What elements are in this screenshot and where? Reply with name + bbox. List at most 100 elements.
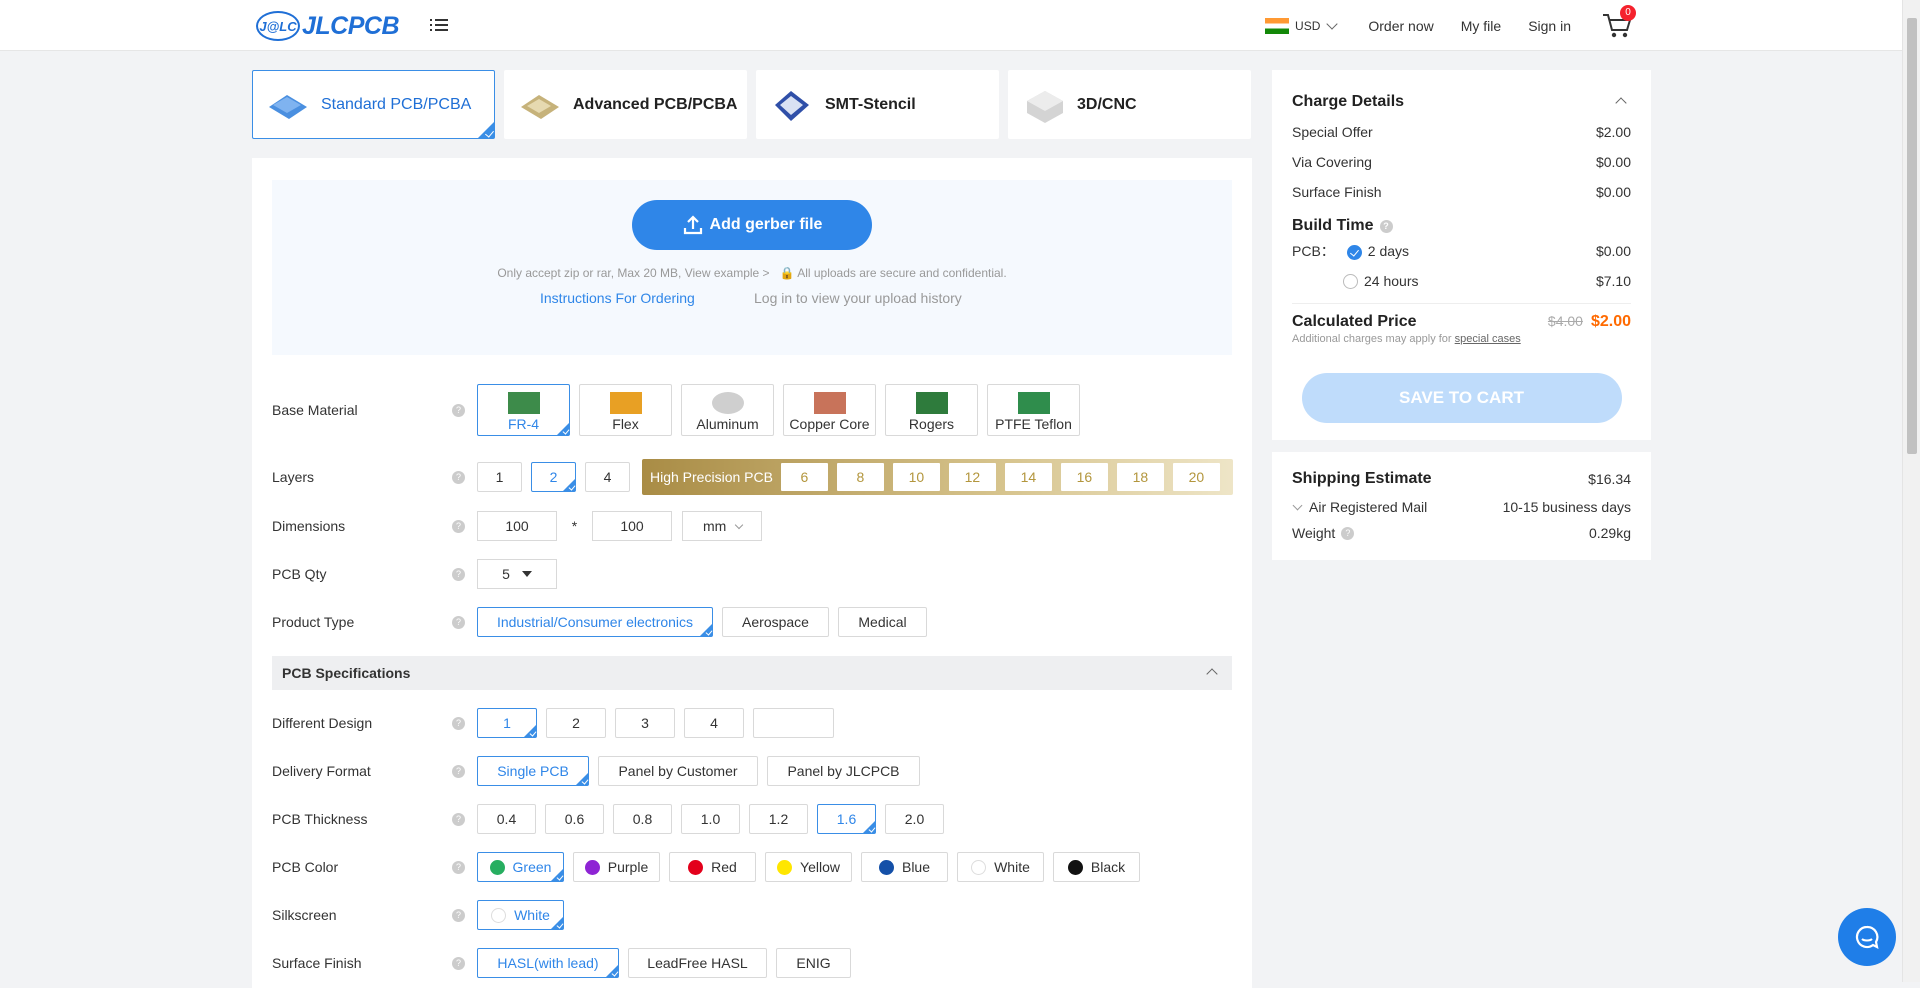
layers-option[interactable]: 10 — [892, 463, 940, 491]
layers-option[interactable]: 18 — [1116, 463, 1164, 491]
surface-option[interactable]: LeadFree HASL — [628, 948, 767, 978]
color-option[interactable]: Green — [477, 852, 564, 882]
build-option-price: $7.10 — [1595, 273, 1631, 289]
thickness-option[interactable]: 0.8 — [613, 804, 672, 834]
chevron-up-icon[interactable] — [1615, 96, 1627, 109]
help-icon[interactable]: ? — [452, 908, 465, 922]
help-icon[interactable]: ? — [452, 716, 465, 730]
build-option[interactable]: 24 hours $7.10 — [1292, 267, 1631, 295]
sign-in-link[interactable]: Sign in — [1528, 18, 1571, 34]
material-copper-core[interactable]: Copper Core — [783, 384, 876, 436]
instructions-link[interactable]: Instructions For Ordering — [540, 290, 695, 306]
tab-advanced-pcb[interactable]: Advanced PCB/PCBA — [504, 70, 747, 139]
color-option[interactable]: Red — [669, 852, 756, 882]
layers-option[interactable]: 4 — [585, 462, 630, 492]
thickness-option[interactable]: 2.0 — [885, 804, 944, 834]
surface-option[interactable]: HASL(with lead) — [477, 948, 619, 978]
thickness-option[interactable]: 1.0 — [681, 804, 740, 834]
layers-option[interactable]: 14 — [1004, 463, 1052, 491]
tab-3d-cnc[interactable]: 3D/CNC — [1008, 70, 1251, 139]
layers-option[interactable]: 1 — [477, 462, 522, 492]
design-option[interactable]: 3 — [615, 708, 675, 738]
help-icon[interactable]: ? — [452, 615, 465, 629]
upload-history-text[interactable]: Log in to view your upload history — [754, 290, 962, 306]
tab-standard-pcb[interactable]: Standard PCB/PCBA — [252, 70, 495, 139]
color-option[interactable]: Yellow — [765, 852, 852, 882]
color-option[interactable]: Black — [1053, 852, 1140, 882]
material-rogers[interactable]: Rogers — [885, 384, 978, 436]
help-icon[interactable]: ? — [452, 519, 465, 533]
radio-checked-icon[interactable] — [1346, 244, 1362, 260]
material-fr4[interactable]: FR-4 — [477, 384, 570, 436]
thickness-option[interactable]: 1.6 — [817, 804, 876, 834]
help-icon[interactable]: ? — [452, 812, 465, 826]
material-ptfe-teflon[interactable]: PTFE Teflon — [987, 384, 1080, 436]
upload-limits-text[interactable]: Only accept zip or rar, Max 20 MB, View … — [497, 266, 769, 280]
jlcpcb-logo[interactable]: J@LC JLCPCB — [256, 10, 400, 42]
chat-button[interactable] — [1838, 908, 1896, 966]
thickness-option[interactable]: 0.4 — [477, 804, 536, 834]
product-type-option[interactable]: Aerospace — [722, 607, 829, 637]
thickness-option[interactable]: 0.6 — [545, 804, 604, 834]
layers-option[interactable]: 8 — [836, 463, 884, 491]
pcb-specifications-header[interactable]: PCB Specifications — [272, 656, 1232, 690]
product-type-option[interactable]: Medical — [838, 607, 927, 637]
blue-swatch — [878, 859, 894, 875]
layers-option[interactable]: 6 — [780, 463, 828, 491]
shipping-method[interactable]: Air Registered Mail 10-15 business days — [1292, 494, 1631, 520]
layers-option[interactable]: 2 — [531, 462, 576, 492]
design-custom-input[interactable] — [753, 708, 834, 738]
layers-option[interactable]: 12 — [948, 463, 996, 491]
unit-select[interactable]: mm — [682, 511, 762, 541]
charge-name: Via Covering — [1292, 154, 1372, 170]
add-gerber-button[interactable]: Add gerber file — [632, 200, 872, 250]
my-file-link[interactable]: My file — [1461, 18, 1501, 34]
help-icon[interactable]: ? — [1379, 219, 1393, 233]
silkscreen-option[interactable]: White — [477, 900, 564, 930]
currency-selector[interactable]: USD — [1265, 17, 1339, 34]
order-now-link[interactable]: Order now — [1368, 18, 1433, 34]
cart-button[interactable]: 0 — [1602, 4, 1636, 40]
help-icon[interactable]: ? — [452, 956, 465, 970]
chevron-down-icon — [1326, 17, 1339, 30]
thickness-option[interactable]: 1.2 — [749, 804, 808, 834]
delivery-option[interactable]: Panel by Customer — [598, 756, 758, 786]
design-option[interactable]: 1 — [477, 708, 537, 738]
color-option[interactable]: White — [957, 852, 1044, 882]
design-option[interactable]: 4 — [684, 708, 744, 738]
tab-smt-stencil[interactable]: SMT-Stencil — [756, 70, 999, 139]
width-input[interactable]: 100 — [477, 511, 557, 541]
help-icon[interactable]: ? — [452, 567, 465, 581]
help-icon[interactable]: ? — [1341, 526, 1355, 540]
radio-icon[interactable] — [1343, 274, 1358, 290]
qty-select[interactable]: 5 — [477, 559, 557, 589]
help-icon[interactable]: ? — [452, 860, 465, 874]
copper-core-icon — [813, 392, 846, 414]
help-icon[interactable]: ? — [452, 403, 465, 417]
material-aluminum[interactable]: Aluminum — [681, 384, 774, 436]
product-type-option[interactable]: Industrial/Consumer electronics — [477, 607, 713, 637]
color-option[interactable]: Purple — [573, 852, 660, 882]
help-icon[interactable]: ? — [452, 764, 465, 778]
help-icon[interactable]: ? — [452, 470, 465, 484]
special-cases-link[interactable]: special cases — [1455, 333, 1521, 345]
build-option[interactable]: PCB： 2 days $0.00 — [1292, 235, 1631, 267]
menu-icon[interactable] — [430, 16, 448, 32]
delivery-option[interactable]: Single PCB — [477, 756, 589, 786]
yellow-swatch — [777, 859, 793, 875]
3d-cnc-icon — [1021, 83, 1067, 127]
charge-value: $2.00 — [1595, 124, 1631, 140]
height-input[interactable]: 100 — [592, 511, 672, 541]
surface-option[interactable]: ENIG — [776, 948, 851, 978]
color-option[interactable]: Blue — [861, 852, 948, 882]
design-option[interactable]: 2 — [546, 708, 606, 738]
delivery-option[interactable]: Panel by JLCPCB — [767, 756, 920, 786]
white-swatch — [971, 859, 987, 875]
different-design-label: Different Design — [272, 715, 373, 731]
layers-option[interactable]: 16 — [1060, 463, 1108, 491]
material-flex[interactable]: Flex — [579, 384, 672, 436]
page-scrollbar[interactable] — [1902, 0, 1920, 982]
save-to-cart-button[interactable]: SAVE TO CART — [1301, 373, 1622, 423]
scrollbar-thumb[interactable] — [1907, 18, 1917, 454]
layers-option[interactable]: 20 — [1172, 463, 1220, 491]
